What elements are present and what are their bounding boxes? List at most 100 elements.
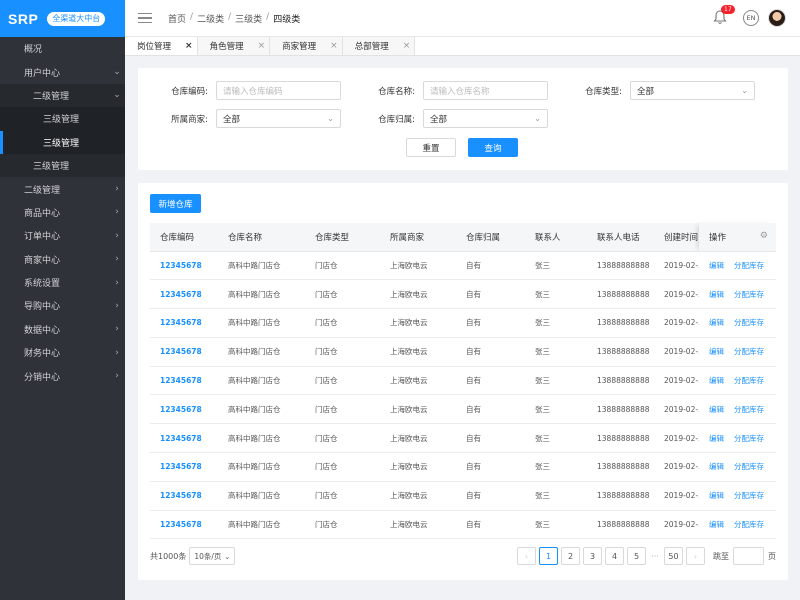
cell-actions: 编辑 分配库存 <box>699 394 776 425</box>
cell-contact: 张三 <box>525 308 587 338</box>
cell-code[interactable]: 12345678 <box>150 481 218 511</box>
close-icon[interactable]: × <box>330 41 338 51</box>
page-size-select[interactable]: 10条/页 ⌄ <box>189 547 236 565</box>
cell-code[interactable]: 12345678 <box>150 394 218 425</box>
warehouse-owner-select[interactable]: 全部 ⌄ <box>423 109 548 128</box>
ellipsis[interactable]: ··· <box>649 552 661 561</box>
allocate-stock-link[interactable]: 分配库存 <box>734 462 764 471</box>
sidebar-item[interactable]: 概况 <box>0 37 125 60</box>
cell-name: 高科中路门店仓 <box>218 452 305 482</box>
language-switch[interactable]: EN <box>743 10 759 26</box>
add-warehouse-button[interactable]: 新增仓库 <box>150 194 201 213</box>
allocate-stock-link[interactable]: 分配库存 <box>734 318 764 327</box>
sidebar-item[interactable]: 用户中心 ⌄ <box>0 60 125 83</box>
tab-0[interactable]: 岗位管理 × <box>125 37 198 55</box>
edit-link[interactable]: 编辑 <box>709 290 724 299</box>
warehouse-name-input[interactable]: 请输入仓库名称 <box>423 81 548 100</box>
sidebar-item-label: 数据中心 <box>24 325 61 336</box>
cell-code[interactable]: 12345678 <box>150 337 218 367</box>
sidebar-item[interactable]: 二级管理 ⌄ <box>0 83 125 108</box>
page-number-button[interactable]: 2 <box>561 547 580 565</box>
warehouse-code-input[interactable]: 请输入仓库编码 <box>216 81 341 100</box>
next-page-button[interactable]: › <box>686 547 705 565</box>
edit-link[interactable]: 编辑 <box>709 462 724 471</box>
page-number-button[interactable]: 3 <box>583 547 602 565</box>
logo[interactable]: SRP <box>8 11 38 27</box>
edit-link[interactable]: 编辑 <box>709 261 724 270</box>
total-count: 共1000条 <box>150 551 187 561</box>
allocate-stock-link[interactable]: 分配库存 <box>734 347 764 356</box>
edit-link[interactable]: 编辑 <box>709 376 724 385</box>
breadcrumb-separator: / <box>190 11 194 22</box>
allocate-stock-link[interactable]: 分配库存 <box>734 261 764 270</box>
merchant-label: 所属商家: <box>171 114 208 125</box>
sidebar-item[interactable]: 分销中心 › <box>0 364 125 387</box>
notification-bell-icon[interactable]: 17 <box>713 5 735 26</box>
sidebar-item[interactable]: 三级管理 <box>0 130 125 155</box>
cell-code[interactable]: 12345678 <box>150 308 218 338</box>
sidebar-item[interactable]: 订单中心 › <box>0 224 125 247</box>
cell-code[interactable]: 12345678 <box>150 366 218 396</box>
sidebar-item[interactable]: 导购中心 › <box>0 294 125 317</box>
tab-1[interactable]: 角色管理 × <box>197 37 271 55</box>
user-avatar[interactable] <box>768 9 786 27</box>
page-number-button[interactable]: 1 <box>539 547 558 565</box>
cell-code[interactable]: 12345678 <box>150 423 218 454</box>
edit-link[interactable]: 编辑 <box>709 491 724 500</box>
allocate-stock-link[interactable]: 分配库存 <box>734 405 764 414</box>
close-icon[interactable]: × <box>258 41 266 51</box>
cell-code[interactable]: 12345678 <box>150 279 218 310</box>
cell-phone: 13888888888 <box>587 279 654 310</box>
sidebar-item[interactable]: 财务中心 › <box>0 341 125 364</box>
warehouse-type-value: 全部 <box>637 86 655 97</box>
edit-link[interactable]: 编辑 <box>709 318 724 327</box>
breadcrumb-item: 四级类 <box>273 14 301 25</box>
sidebar-item[interactable]: 商品中心 › <box>0 201 125 224</box>
cell-name: 高科中路门店仓 <box>218 366 305 396</box>
allocate-stock-link[interactable]: 分配库存 <box>734 434 764 443</box>
breadcrumb-item[interactable]: 首页 <box>168 12 186 25</box>
cell-created: 2019-02-... <box>654 366 699 396</box>
edit-link[interactable]: 编辑 <box>709 405 724 414</box>
reset-button[interactable]: 重置 <box>406 138 456 157</box>
breadcrumb-separator: / <box>228 11 232 22</box>
allocate-stock-link[interactable]: 分配库存 <box>734 376 764 385</box>
tab-3[interactable]: 总部管理 × <box>342 37 416 55</box>
sidebar-item[interactable]: 二级管理 › <box>0 177 125 200</box>
page-number-button[interactable]: 50 <box>664 547 683 565</box>
cell-phone: 13888888888 <box>587 337 654 367</box>
sidebar-item[interactable]: 三级管理 <box>0 153 125 178</box>
close-icon[interactable]: × <box>185 41 193 51</box>
query-button[interactable]: 查询 <box>468 138 518 157</box>
edit-link[interactable]: 编辑 <box>709 434 724 443</box>
page-number-button[interactable]: 4 <box>605 547 624 565</box>
cell-code[interactable]: 12345678 <box>150 510 218 540</box>
allocate-stock-link[interactable]: 分配库存 <box>734 491 764 500</box>
cell-code[interactable]: 12345678 <box>150 452 218 482</box>
gear-icon[interactable]: ⚙ <box>760 231 768 241</box>
sidebar-item-label: 二级管理 <box>33 91 70 102</box>
breadcrumb-item[interactable]: 三级类 <box>235 12 262 25</box>
breadcrumb-item[interactable]: 二级类 <box>197 12 224 25</box>
cell-code[interactable]: 12345678 <box>150 251 218 281</box>
tab-2[interactable]: 商家管理 × <box>270 37 343 55</box>
cell-owner: 自有 <box>456 251 525 281</box>
page-tabs: 岗位管理 × 角色管理 × 商家管理 × 总部管理 × <box>125 37 800 56</box>
menu-toggle-icon[interactable] <box>138 12 152 24</box>
edit-link[interactable]: 编辑 <box>709 520 724 529</box>
allocate-stock-link[interactable]: 分配库存 <box>734 290 764 299</box>
sidebar-item[interactable]: 三级管理 <box>0 107 125 131</box>
warehouse-type-select[interactable]: 全部 ⌄ <box>630 81 755 100</box>
jump-page-input[interactable] <box>733 547 764 565</box>
page-number-button[interactable]: 5 <box>627 547 646 565</box>
merchant-select[interactable]: 全部 ⌄ <box>216 109 341 128</box>
prev-page-button[interactable]: ‹ <box>517 547 536 565</box>
cell-contact: 张三 <box>525 366 587 396</box>
sidebar-item[interactable]: 系统设置 › <box>0 271 125 294</box>
close-icon[interactable]: × <box>403 41 411 51</box>
edit-link[interactable]: 编辑 <box>709 347 724 356</box>
allocate-stock-link[interactable]: 分配库存 <box>734 520 764 529</box>
sidebar-item[interactable]: 商家中心 › <box>0 248 125 271</box>
sidebar-item[interactable]: 数据中心 › <box>0 318 125 341</box>
cell-owner: 自有 <box>456 481 525 511</box>
